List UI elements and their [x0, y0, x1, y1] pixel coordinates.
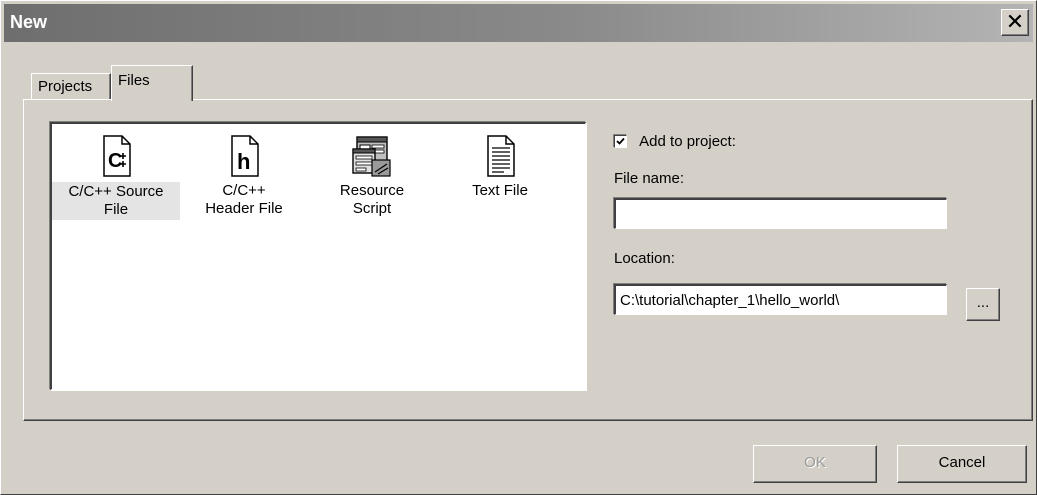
location-label: Location: [614, 250, 675, 267]
file-type-resource-script[interactable]: Resource Script [308, 132, 436, 236]
dialog-title: New [10, 12, 48, 32]
files-tab-panel: C C/C++ Source File h C/C++ Header File [23, 99, 1033, 421]
new-dialog: New ✕ Projects Files C C/C++ Source File [0, 0, 1037, 495]
resource-script-icon [352, 136, 391, 177]
close-button[interactable]: ✕ [1001, 9, 1029, 36]
file-type-text-file[interactable]: Text File [436, 132, 564, 236]
tab-projects[interactable]: Projects [31, 73, 111, 99]
add-to-project-checkbox[interactable] [614, 134, 627, 148]
add-to-project-row[interactable]: Add to project: [614, 132, 736, 152]
cpp-source-glyph: C [108, 150, 122, 172]
close-icon: ✕ [1005, 9, 1025, 34]
file-name-label: File name: [614, 170, 685, 187]
cancel-button[interactable]: Cancel [897, 445, 1027, 483]
tab-files-label: Files [118, 72, 150, 89]
tab-files[interactable]: Files [111, 65, 193, 101]
header-glyph: h [237, 149, 250, 174]
title-bar[interactable]: New ✕ [4, 4, 1033, 42]
file-type-list[interactable]: C C/C++ Source File h C/C++ Header File [50, 122, 586, 390]
checkmark-icon [616, 137, 625, 145]
file-name-input[interactable] [614, 198, 947, 229]
ok-button[interactable]: OK [753, 445, 877, 483]
file-type-label: Resource Script [339, 182, 405, 217]
file-type-label: C/C++ Header File [205, 182, 283, 217]
cpp-source-file-icon: C [103, 135, 131, 177]
tab-projects-label: Projects [38, 78, 93, 95]
add-to-project-label: Add to project: [639, 132, 736, 150]
file-type-label: C/C++ Source File [52, 182, 180, 220]
browse-button[interactable]: ... [966, 288, 1000, 321]
file-type-label: Text File [472, 182, 528, 199]
file-type-cpp-header[interactable]: h C/C++ Header File [180, 132, 308, 236]
location-input[interactable] [614, 284, 947, 315]
text-file-icon [487, 135, 515, 177]
header-file-icon: h [231, 135, 259, 177]
file-type-cpp-source[interactable]: C C/C++ Source File [52, 132, 180, 236]
